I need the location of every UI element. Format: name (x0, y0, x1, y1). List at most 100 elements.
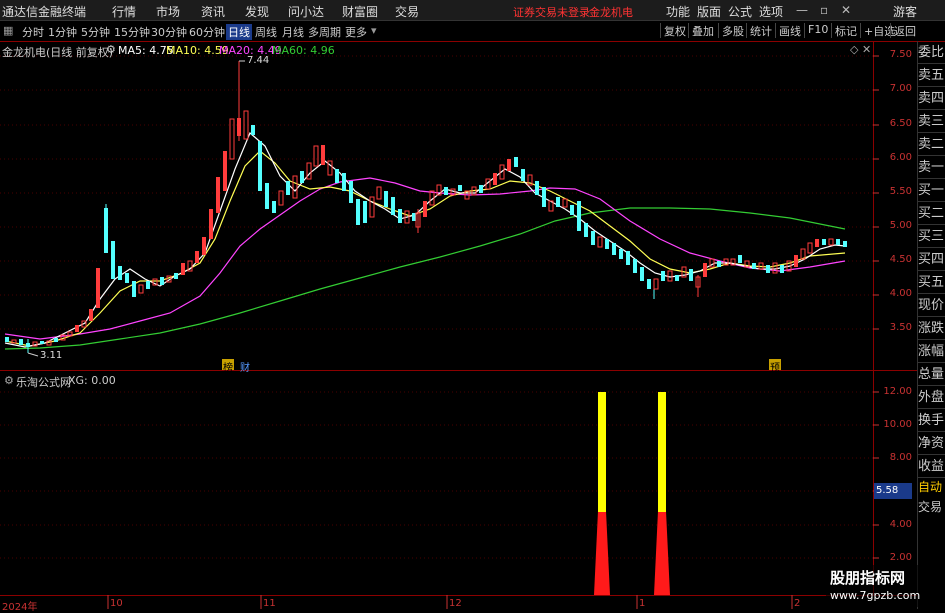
price-tick: 7.00 (889, 83, 912, 94)
date-label: 10 (110, 598, 123, 609)
settings-icon[interactable]: ⚙ (106, 43, 116, 56)
stock-title: 金龙机电(日线 前复权) (2, 46, 114, 59)
tab-monthly[interactable]: 月线 (282, 24, 304, 40)
login-notice[interactable]: 证券交易未登录 (513, 4, 590, 20)
side-turnover: 换手 (918, 409, 945, 432)
close-panel-icon[interactable]: ✕ (862, 43, 871, 56)
side-ask2: 卖二 (918, 133, 945, 156)
stats-button[interactable]: 统计 (746, 23, 772, 38)
tab-5min[interactable]: 5分钟 (81, 24, 110, 40)
indicator-title: 乐淘公式网 (16, 376, 71, 389)
price-tick: 7.50 (889, 49, 912, 60)
ma10-line (4, 150, 846, 347)
date-label: 2 (794, 598, 801, 609)
menu-options[interactable]: 选项 (759, 3, 783, 20)
candles (5, 61, 847, 353)
date-label: 1 (639, 598, 646, 609)
tab-1min[interactable]: 1分钟 (48, 24, 77, 40)
menu-ask[interactable]: 问小达 (288, 3, 324, 20)
menu-function[interactable]: 功能 (666, 3, 690, 20)
price-tick: 5.00 (889, 220, 912, 231)
menu-wealth[interactable]: 财富圈 (342, 3, 378, 20)
side-price: 现价 (918, 294, 945, 317)
indicator-tick: 12.00 (883, 386, 912, 397)
side-ask5: 卖五 (918, 64, 945, 87)
tab-multi-period[interactable]: 多周期 (308, 24, 341, 40)
date-label: 12 (449, 598, 462, 609)
watermark-url: www.7gpzb.com (830, 589, 921, 602)
chevron-down-icon[interactable]: ▾ (371, 24, 377, 37)
tab-more[interactable]: 更多 (345, 24, 367, 40)
side-change-pct: 涨幅 (918, 340, 945, 363)
draw-line-button[interactable]: 画线 (775, 23, 801, 38)
tab-daily[interactable]: 日线 (226, 24, 252, 40)
tab-intraday[interactable]: 分时 (22, 24, 44, 40)
side-ask4: 卖四 (918, 87, 945, 110)
high-price-label: 7.44 (247, 55, 270, 66)
guest-user[interactable]: 游客 (893, 3, 917, 20)
menu-layout[interactable]: 版面 (697, 3, 721, 20)
side-bid3: 买三 (918, 225, 945, 248)
side-weibi: 委比 (918, 41, 945, 64)
diamond-icon[interactable]: ◇ (850, 43, 858, 56)
side-net-assets: 净资 (918, 432, 945, 455)
mark-button[interactable]: 标记 (831, 23, 857, 38)
indicator-tick: 2.00 (889, 552, 912, 563)
side-bid2: 买二 (918, 202, 945, 225)
watermark: 股朋指标网 www.7gpzb.com (826, 565, 942, 607)
tab-auto[interactable]: 自动 (918, 478, 942, 495)
menu-bar: 通达信金融终端 行情 市场 资讯 发现 问小达 财富圈 交易 证券交易未登录 金… (0, 0, 945, 21)
menu-trade[interactable]: 交易 (395, 3, 419, 20)
tab-weekly[interactable]: 周线 (255, 24, 277, 40)
price-tick: 6.00 (889, 152, 912, 163)
ma60-line (4, 207, 846, 350)
indicator-tick: 4.00 (889, 519, 912, 530)
side-bid5: 买五 (918, 271, 945, 294)
watermark-title: 股朋指标网 (830, 569, 906, 587)
menu-market[interactable]: 市场 (156, 3, 180, 20)
menu-discover[interactable]: 发现 (245, 3, 269, 20)
event-tag-forecast[interactable]: 预 (770, 359, 780, 374)
price-tick: 4.00 (889, 288, 912, 299)
stock-name-header: 金龙机电 (589, 6, 633, 19)
side-volume: 总量 (918, 363, 945, 386)
event-tag-list[interactable]: 榜 (223, 359, 233, 374)
tab-30min[interactable]: 30分钟 (151, 24, 187, 40)
ma5-line (4, 132, 846, 348)
tab-trade[interactable]: 交易 (918, 498, 942, 515)
price-tick: 5.50 (889, 186, 912, 197)
app-title: 通达信金融终端 (2, 5, 87, 19)
grid-icon[interactable]: ▦ (3, 24, 13, 37)
price-tick: 6.50 (889, 118, 912, 129)
chart-canvas[interactable] (0, 41, 945, 609)
indicator-current-value: 5.58 (876, 485, 899, 496)
indicator-tick: 8.00 (889, 452, 912, 463)
maximize-icon[interactable]: ▫ (820, 3, 828, 17)
side-ask3: 卖三 (918, 110, 945, 133)
menu-news[interactable]: 资讯 (201, 3, 225, 20)
side-change: 涨跌 (918, 317, 945, 340)
side-outer: 外盘 (918, 386, 945, 409)
period-bar: ▦ 分时 1分钟 5分钟 15分钟 30分钟 60分钟 日线 周线 月线 多周期… (0, 21, 945, 42)
close-icon[interactable]: ✕ (841, 3, 851, 17)
tab-15min[interactable]: 15分钟 (114, 24, 150, 40)
multi-stock-button[interactable]: 多股 (718, 23, 744, 38)
f10-button[interactable]: F10 (804, 23, 828, 38)
menu-quotes[interactable]: 行情 (112, 3, 136, 20)
indicator-spikes (594, 392, 670, 595)
menu-formula[interactable]: 公式 (728, 3, 752, 20)
date-label: 11 (263, 598, 276, 609)
gear-icon[interactable]: ⚙ (4, 374, 14, 387)
low-price-label: 3.11 (40, 350, 63, 361)
tab-60min[interactable]: 60分钟 (189, 24, 225, 40)
adjust-button[interactable]: 复权 (660, 23, 686, 38)
ma60-value: MA60: 4.96 (272, 44, 335, 57)
price-tick: 3.50 (889, 322, 912, 333)
minimize-icon[interactable]: — (796, 3, 808, 17)
side-bid1: 买一 (918, 179, 945, 202)
event-tag-finance[interactable]: 财 (240, 359, 250, 374)
low-marker (27, 352, 39, 357)
back-button[interactable]: 返回 (890, 23, 916, 38)
indicator-tick: 10.00 (883, 419, 912, 430)
overlay-button[interactable]: 叠加 (688, 23, 714, 38)
